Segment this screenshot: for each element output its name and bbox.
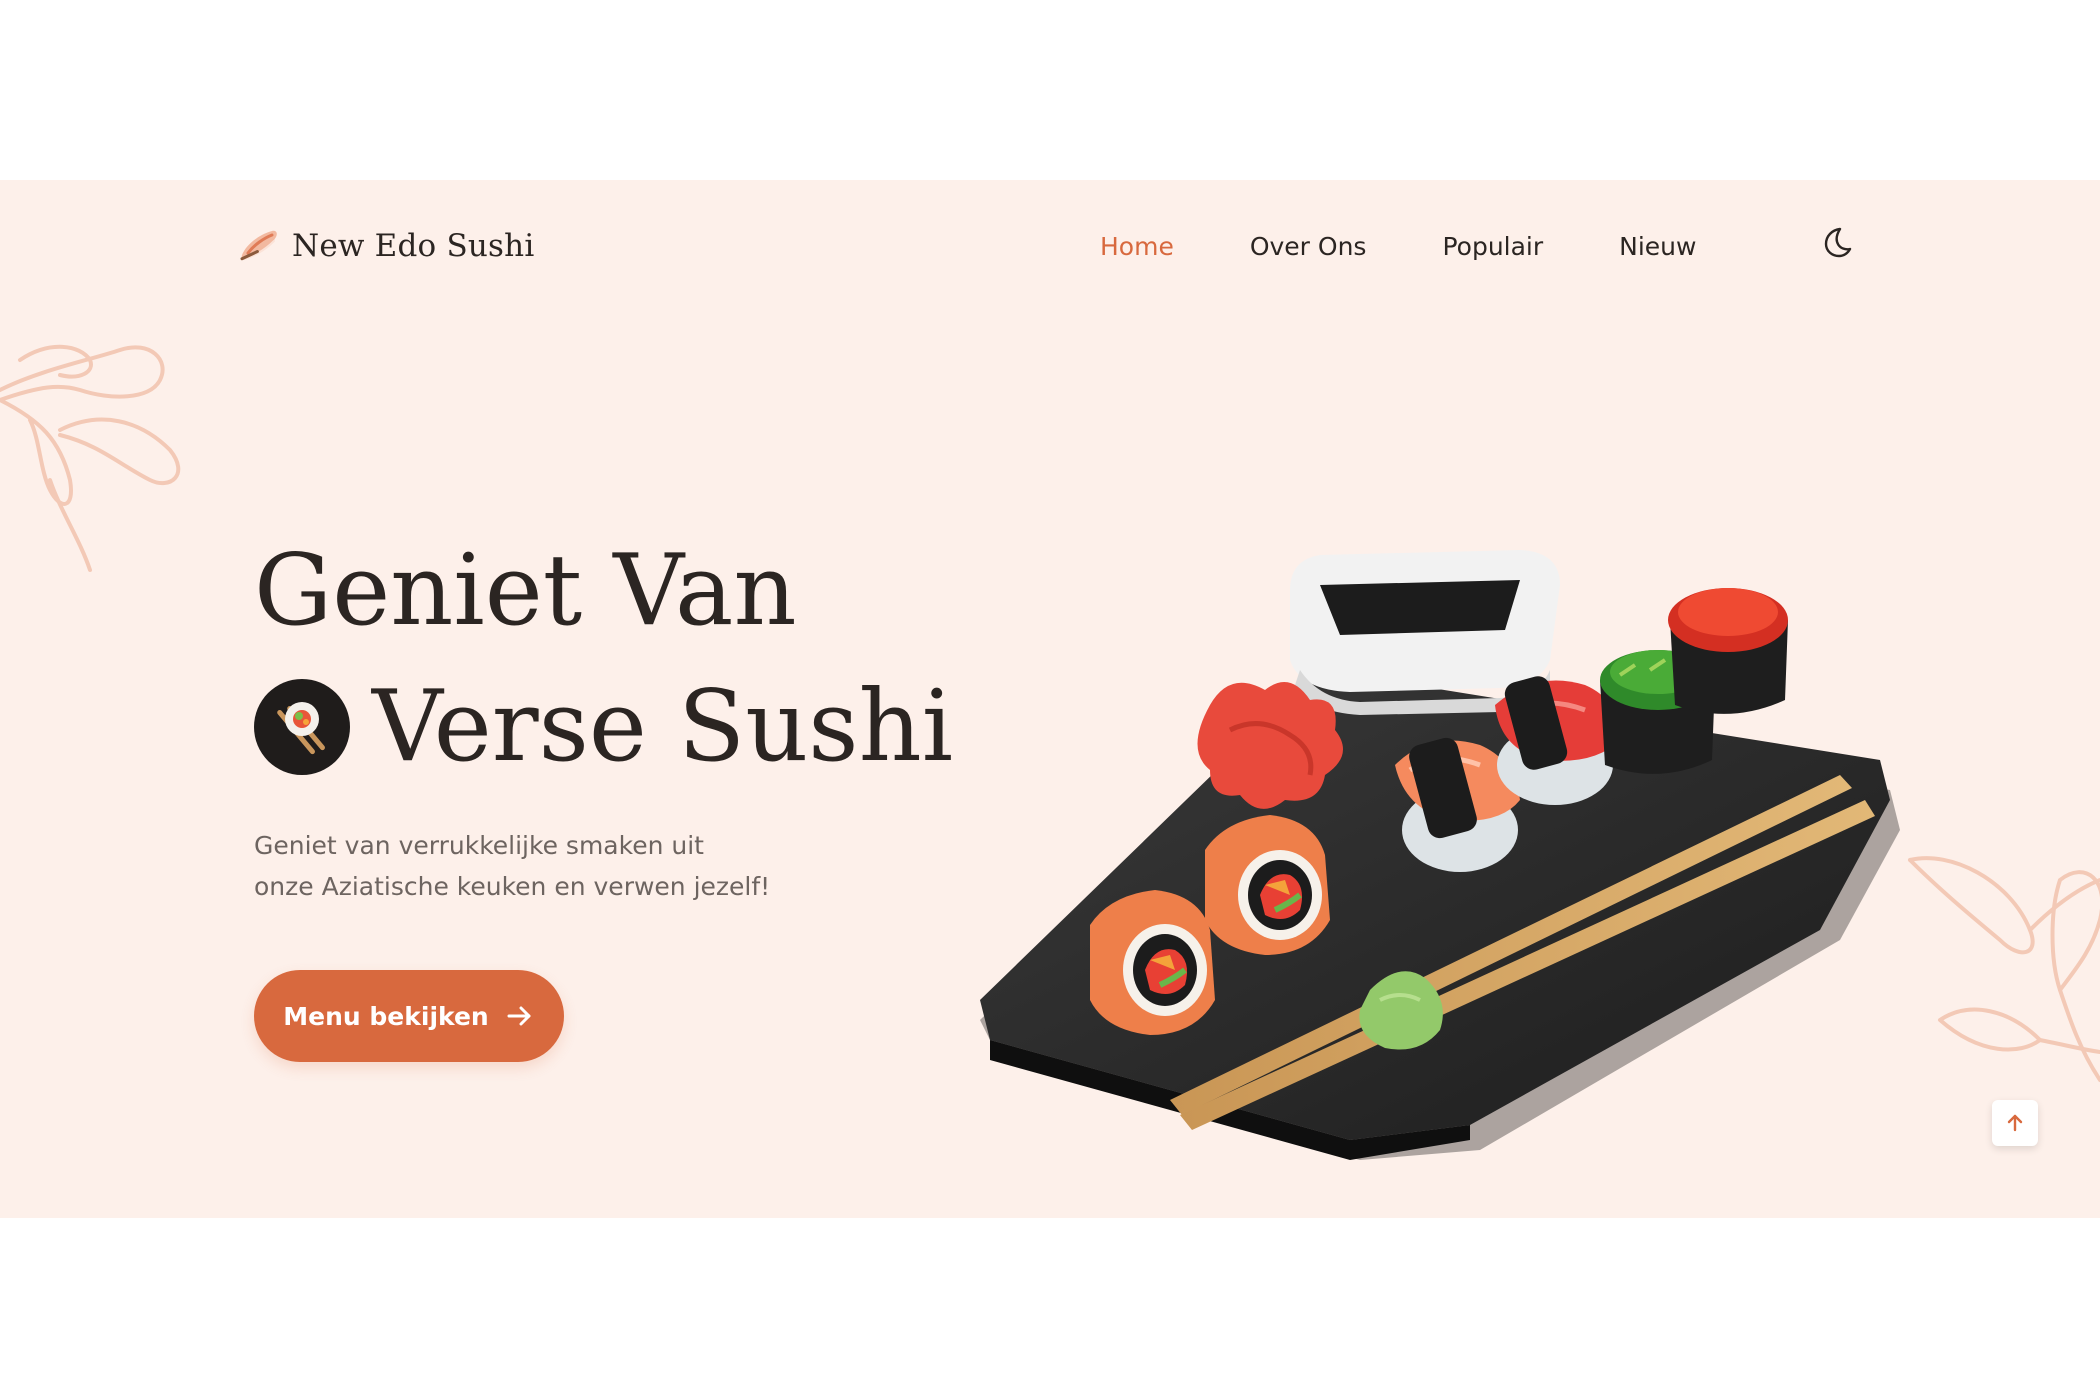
main-nav: Home Over Ons Populair Nieuw: [1100, 216, 1772, 276]
hero-title-line2-text: Verse Sushi: [372, 670, 954, 784]
nav-item-populair[interactable]: Populair: [1442, 232, 1543, 261]
sushi-platter-illustration: [980, 550, 1900, 1160]
nav-item-over-ons[interactable]: Over Ons: [1250, 232, 1367, 261]
hero-section: New Edo Sushi Home Over Ons Populair Nie…: [0, 180, 2100, 1218]
menu-button[interactable]: Menu bekijken: [254, 970, 564, 1062]
maki-roll-1: [1090, 890, 1215, 1035]
leaf-decoration-icon: [0, 344, 181, 572]
menu-button-label: Menu bekijken: [283, 1001, 489, 1031]
arrow-right-icon: [507, 1006, 531, 1026]
hero-description-line2: onze Aziatische keuken en verwen jezelf!: [254, 872, 771, 901]
theme-toggle-button[interactable]: [1818, 224, 1854, 260]
nav-item-nieuw[interactable]: Nieuw: [1619, 232, 1696, 261]
nav-item-home[interactable]: Home: [1100, 232, 1174, 261]
leaf-decoration-icon: [1908, 856, 2100, 1082]
scroll-top-button[interactable]: [1992, 1100, 2038, 1146]
hero-description-line1: Geniet van verrukkelijke smaken uit: [254, 831, 704, 860]
moon-icon: [1824, 227, 1852, 258]
hero-title-line1: Geniet Van: [254, 534, 797, 648]
arrow-up-icon: [2007, 1114, 2023, 1132]
brand-logo[interactable]: New Edo Sushi: [238, 216, 534, 276]
brand-name: New Edo Sushi: [292, 228, 535, 264]
hero-title-line2: Verse Sushi: [254, 678, 953, 776]
maki-roll-2: [1205, 815, 1330, 955]
roe-gunkan: [1668, 588, 1788, 714]
hero-description: Geniet van verrukkelijke smaken uit onze…: [254, 825, 814, 907]
sushi-logo-icon: [240, 230, 277, 261]
sushi-chopsticks-icon: [254, 679, 350, 775]
